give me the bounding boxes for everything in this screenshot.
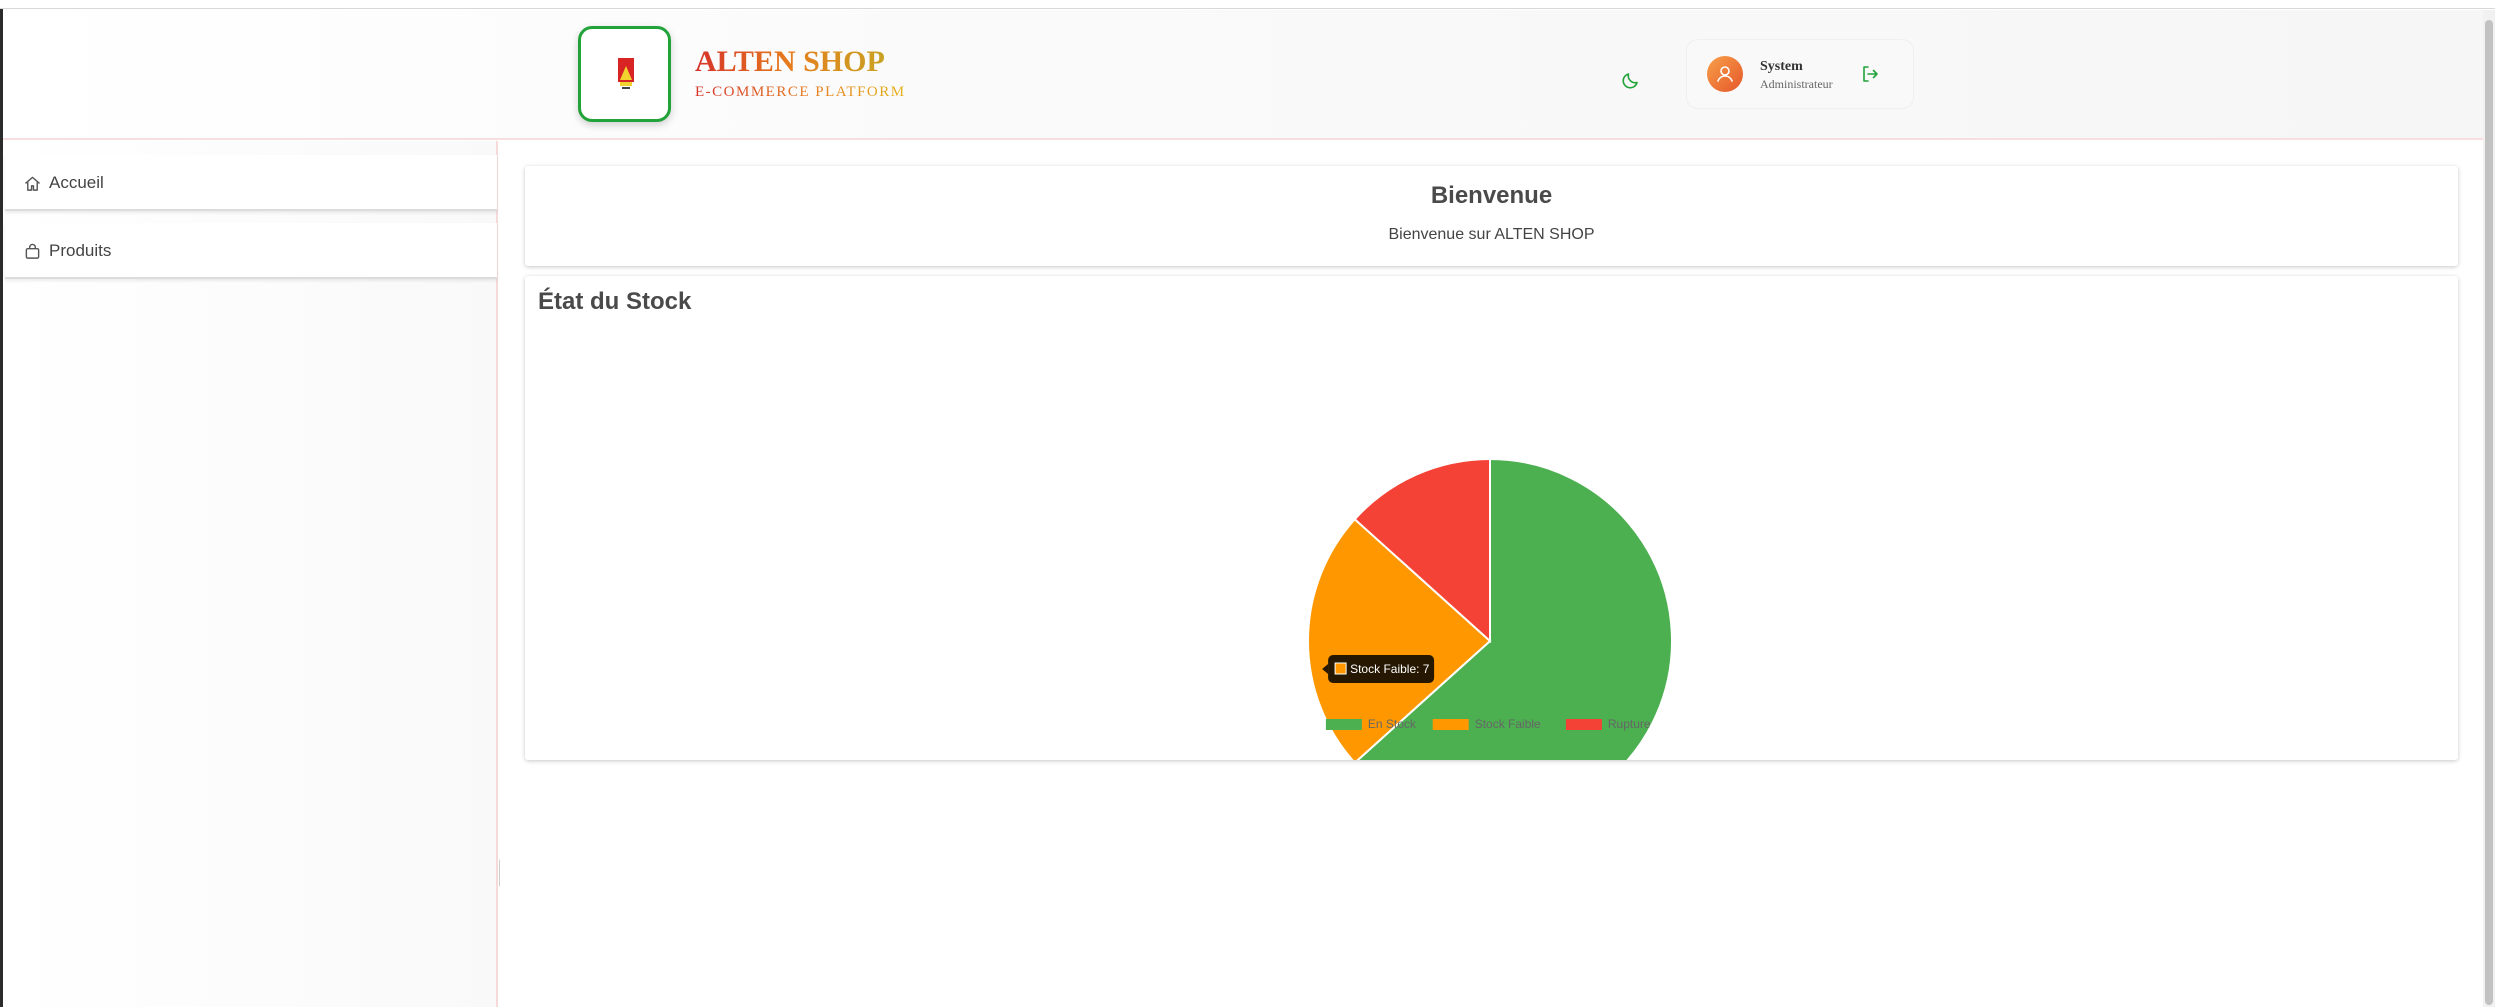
home-icon [25,176,40,191]
sidebar: Accueil Produits [3,141,503,1007]
brand-subtitle: E-COMMERCE PLATFORM [695,84,906,100]
sidebar-item-label: Accueil [49,173,104,192]
tooltip-swatch [1334,662,1347,675]
welcome-text: Bienvenue sur ALTEN SHOP [1388,226,1595,243]
logout-icon [1863,66,1878,82]
brand-title: ALTEN SHOP [695,45,885,78]
page-scrollbar[interactable] [2483,10,2495,1007]
sidebar-item-label: Produits [49,241,112,260]
legend-item-stock-faible[interactable]: Stock Faible [1432,717,1541,731]
stock-pie-chart[interactable]: En Stock Stock Faible Rupture Stock Faible:… [525,276,2458,760]
legend-swatch [1432,719,1469,730]
tooltip-text: Stock Faible: 7 [1350,662,1430,676]
welcome-card: Bienvenue Bienvenue sur ALTEN SHOP [525,166,2458,266]
user-role: Administrateur [1760,77,1833,91]
legend-label: Stock Faible [1475,717,1541,731]
legend-item-en-stock[interactable]: En Stock [1325,717,1417,731]
legend-item-rupture[interactable]: Rupture [1565,717,1651,731]
shopping-bag-icon [25,243,40,259]
stock-card: État du Stock En Stock Stock Faible Ruptur… [525,276,2458,760]
sidebar-item-produits[interactable]: Produits [5,223,497,279]
user-name: System [1760,59,1803,74]
main-content: Bienvenue Bienvenue sur ALTEN SHOP État … [500,141,2483,1007]
app-header: ALTEN SHOP E-COMMERCE PLATFORM System Ad… [3,10,2483,140]
scrollbar-thumb[interactable] [2485,20,2493,1005]
user-icon [1717,66,1733,82]
window-top-border [0,0,2495,9]
moon-icon [1622,73,1638,89]
sidebar-item-accueil[interactable]: Accueil [5,155,497,211]
logo-mark-icon [618,58,634,89]
user-card: System Administrateur [1686,39,1914,109]
chart-tooltip: Stock Faible: 7 [1322,655,1435,683]
logout-button[interactable] [1859,63,1881,85]
legend-label: Rupture [1608,717,1651,731]
legend-swatch [1565,719,1602,730]
avatar[interactable] [1707,56,1743,92]
legend-label: En Stock [1368,717,1417,731]
legend-swatch [1325,719,1362,730]
theme-toggle-button[interactable] [1619,68,1643,92]
logo[interactable] [578,26,671,122]
welcome-title: Bienvenue [1430,182,1553,209]
